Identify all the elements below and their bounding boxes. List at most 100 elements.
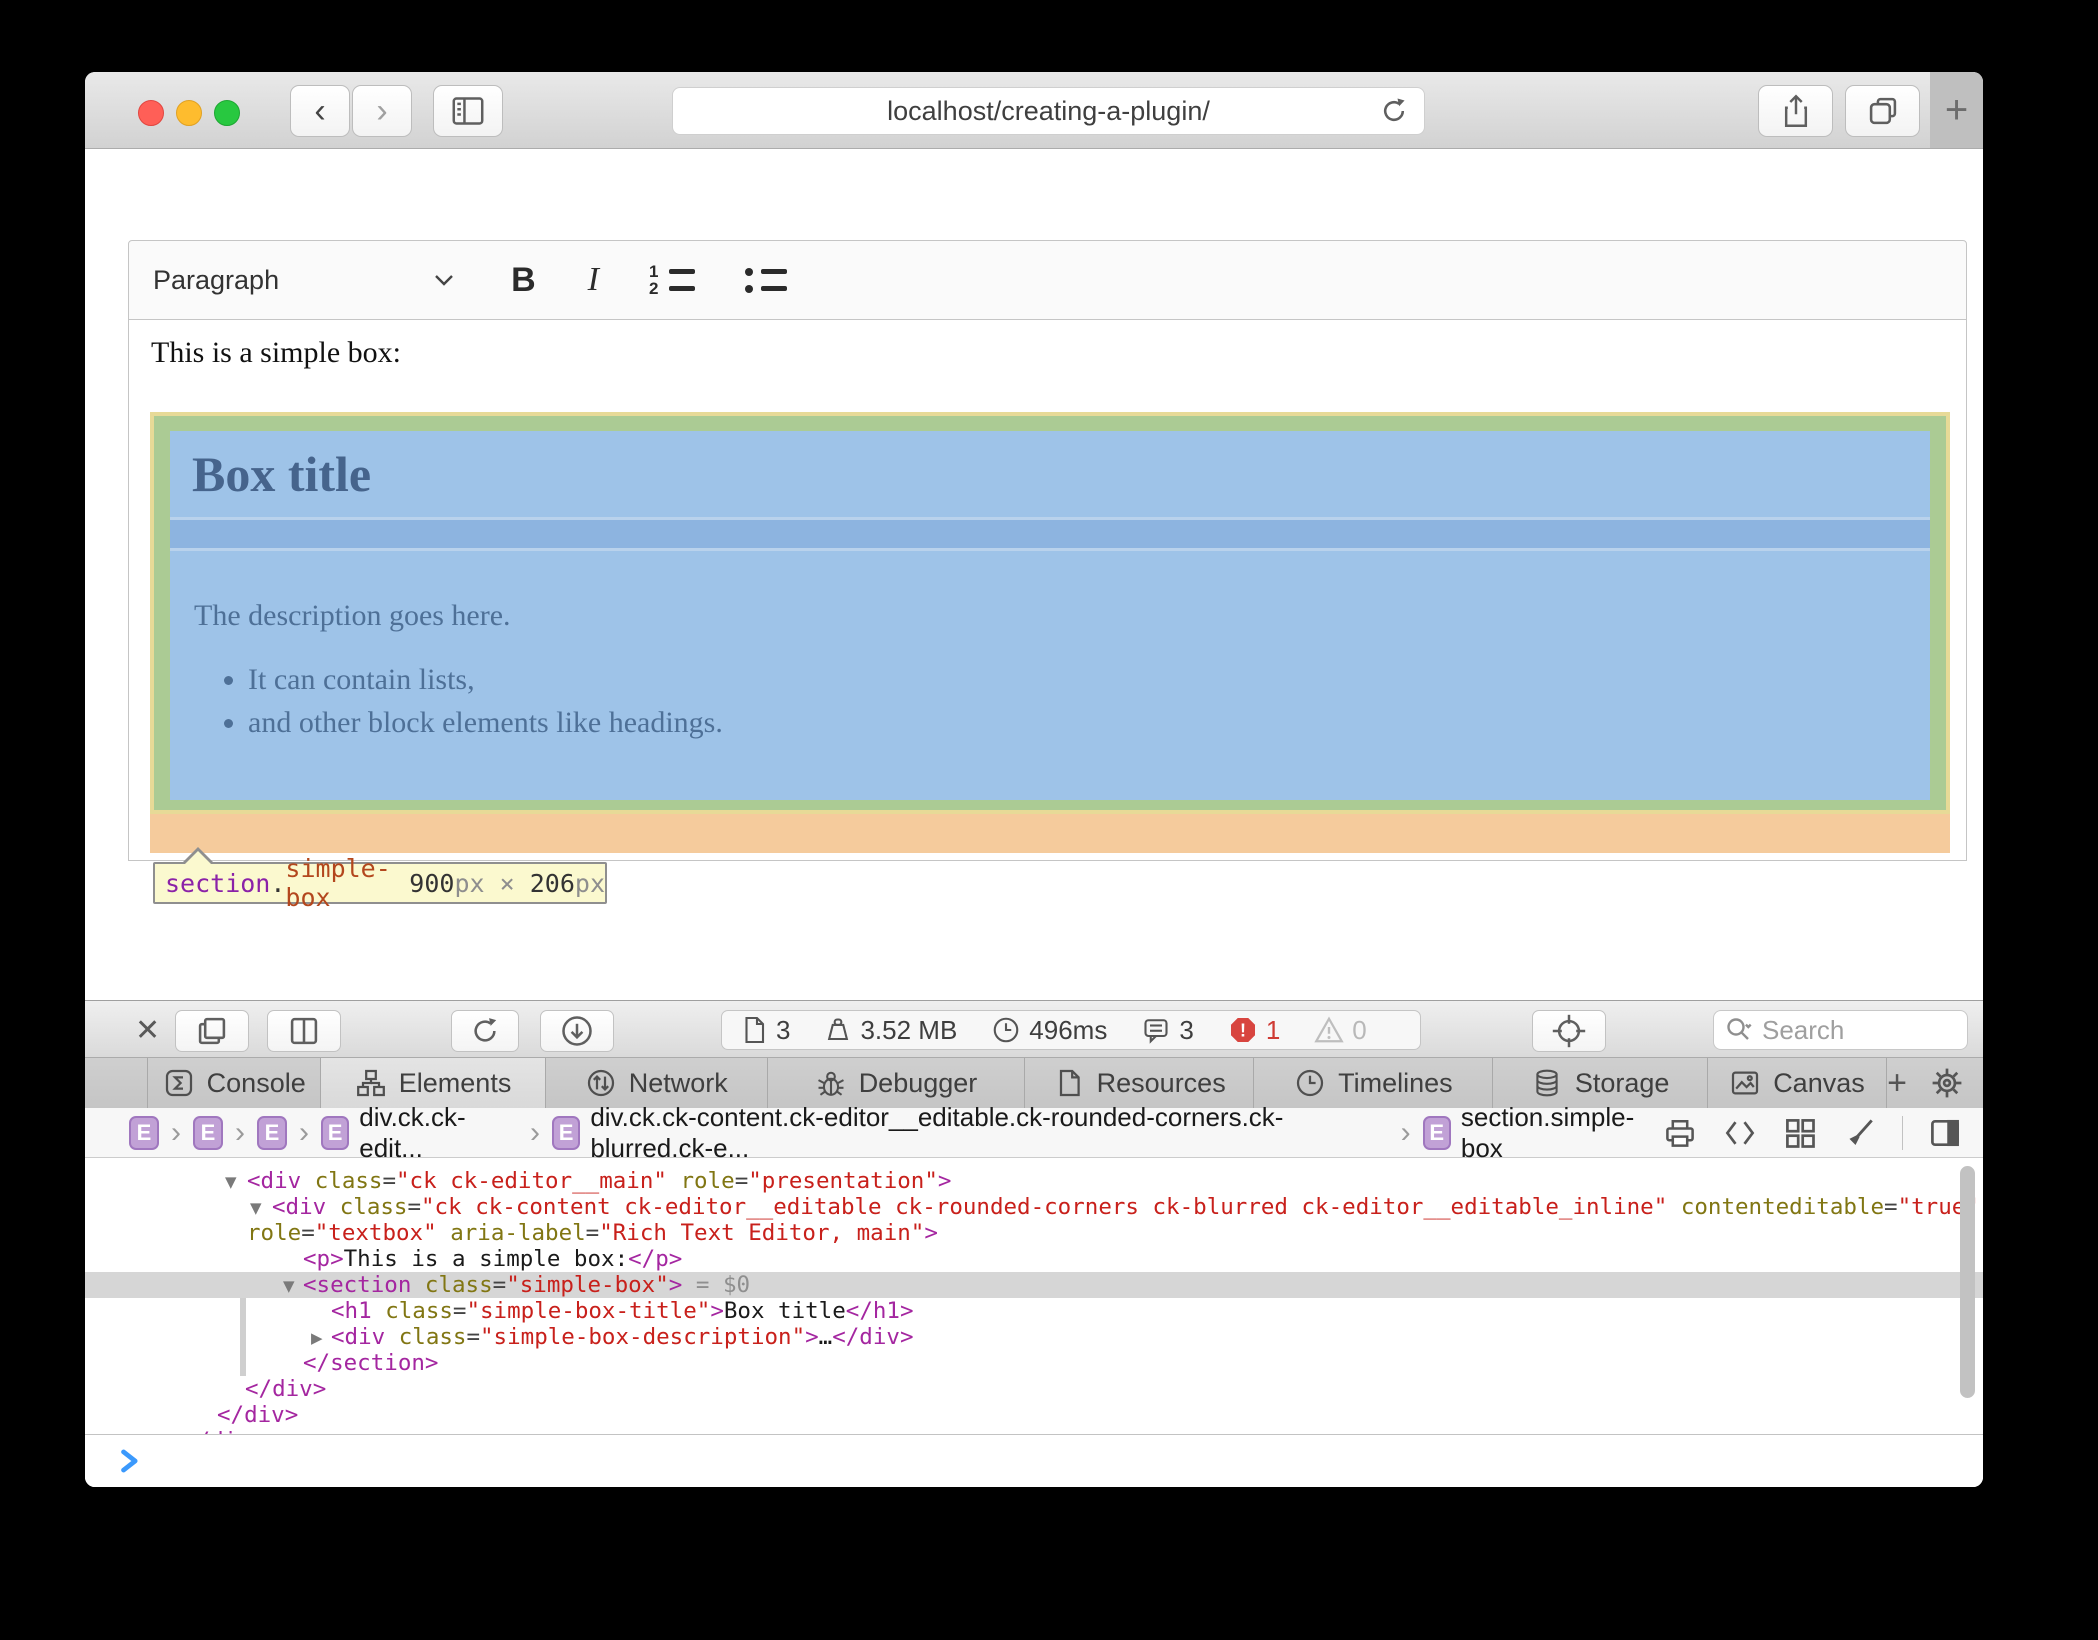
dom-tree-panel[interactable]: ▼<div class="ck ck-editor__main" role="p… bbox=[85, 1158, 1983, 1434]
italic-button[interactable]: I bbox=[588, 261, 599, 299]
tab-elements[interactable]: Elements bbox=[321, 1058, 545, 1108]
dom-node[interactable]: </div> bbox=[85, 1402, 1983, 1428]
dom-node[interactable]: role="textbox" aria-label="Rich Text Edi… bbox=[85, 1220, 1983, 1246]
code-brackets-icon[interactable] bbox=[1722, 1115, 1758, 1151]
reload-icon[interactable] bbox=[1378, 95, 1410, 127]
dom-node[interactable]: </section> bbox=[85, 1350, 1983, 1376]
stat-error[interactable]: !1 bbox=[1228, 1015, 1280, 1046]
tab-debugger[interactable]: Debugger bbox=[768, 1058, 1025, 1108]
reload-page-button[interactable] bbox=[451, 1010, 519, 1052]
disclosure-open-icon[interactable]: ▼ bbox=[225, 1169, 237, 1195]
print-icon[interactable] bbox=[1662, 1115, 1698, 1151]
element-badge: E bbox=[193, 1116, 223, 1150]
download-button[interactable] bbox=[540, 1010, 614, 1052]
tab-timelines[interactable]: Timelines bbox=[1254, 1058, 1493, 1108]
paragraph-dropdown[interactable]: Paragraph bbox=[153, 265, 279, 296]
disclosure-closed-icon[interactable]: ▶ bbox=[311, 1325, 323, 1351]
disclosure-open-icon[interactable]: ▼ bbox=[250, 1195, 262, 1221]
tabs-icon bbox=[1866, 94, 1900, 128]
chevron-right-icon: › bbox=[171, 1116, 181, 1150]
dom-node[interactable]: <p>This is a simple box:</p> bbox=[85, 1246, 1983, 1272]
box-gap bbox=[170, 517, 1930, 551]
breadcrumb-item[interactable]: Esection.simple-box bbox=[1423, 1102, 1662, 1164]
intro-paragraph[interactable]: This is a simple box: bbox=[151, 336, 401, 370]
timelines-icon bbox=[1294, 1067, 1326, 1099]
elements-icon bbox=[355, 1067, 387, 1099]
element-badge: E bbox=[257, 1116, 287, 1150]
inspected-simple-box-highlight[interactable]: Box title The description goes here. It … bbox=[150, 412, 1950, 814]
breadcrumb-item[interactable]: Ediv.ck.ck-content.ck-editor__editable.c… bbox=[552, 1102, 1389, 1164]
url-bar[interactable]: localhost/creating-a-plugin/ bbox=[672, 87, 1425, 135]
stat-weight[interactable]: 3.52 MB bbox=[824, 1015, 957, 1046]
close-inspector-icon[interactable]: ✕ bbox=[135, 1013, 160, 1048]
numbered-list-button[interactable]: 1 2 bbox=[649, 267, 695, 294]
details-sidebar-toggle-icon[interactable] bbox=[1927, 1115, 1963, 1151]
tab-network[interactable]: Network bbox=[546, 1058, 768, 1108]
new-tab-button[interactable]: + bbox=[1930, 72, 1983, 148]
scrollbar[interactable] bbox=[1960, 1166, 1975, 1398]
box-description[interactable]: The description goes here. bbox=[194, 599, 511, 633]
ckeditor: Paragraph B I 1 2 This is a simple box: bbox=[128, 240, 1967, 861]
chevron-right-icon: › bbox=[299, 1116, 309, 1150]
tab-canvas[interactable]: Canvas bbox=[1708, 1058, 1887, 1108]
box-description-block: The description goes here. It can contai… bbox=[170, 551, 1930, 800]
tab-overview-button[interactable] bbox=[1845, 85, 1920, 137]
element-picker-button[interactable] bbox=[1532, 1010, 1606, 1052]
tabbar-extras: + bbox=[1887, 1058, 1983, 1108]
safari-window: ‹ › localhost/creating-a-plugin/ + bbox=[85, 72, 1983, 1487]
gear-icon[interactable] bbox=[1929, 1065, 1965, 1101]
inspector-toolbar: ✕ 3 3.52 MB 496ms 3 !1 0 Search bbox=[85, 1000, 1983, 1058]
element-size-tooltip: section.simple-box 900px × 206px bbox=[153, 862, 607, 904]
dom-node[interactable]: ▼<div class="ck ck-content ck-editor__ed… bbox=[85, 1194, 1983, 1220]
paintbrush-icon[interactable] bbox=[1842, 1115, 1878, 1151]
console-prompt[interactable] bbox=[85, 1434, 1983, 1487]
separator bbox=[1902, 1116, 1903, 1150]
traffic-light-zoom[interactable] bbox=[214, 100, 240, 126]
stat-warning[interactable]: 0 bbox=[1314, 1015, 1366, 1046]
clock-icon bbox=[991, 1015, 1021, 1045]
bulleted-list-button[interactable] bbox=[745, 267, 787, 294]
grid-icon[interactable] bbox=[1782, 1115, 1818, 1151]
traffic-light-minimize[interactable] bbox=[176, 100, 202, 126]
box-title[interactable]: Box title bbox=[192, 445, 371, 503]
sidebar-button[interactable] bbox=[433, 85, 503, 137]
chevron-down-icon[interactable] bbox=[433, 273, 455, 287]
list-item[interactable]: and other block elements like headings. bbox=[248, 706, 723, 740]
bold-button[interactable]: B bbox=[511, 261, 536, 300]
margin-highlight bbox=[150, 814, 1950, 853]
tab-resources[interactable]: Resources bbox=[1025, 1058, 1254, 1108]
forward-button[interactable]: › bbox=[352, 85, 412, 137]
storage-icon bbox=[1531, 1067, 1563, 1099]
share-button[interactable] bbox=[1758, 85, 1833, 137]
stat-document[interactable]: 3 bbox=[740, 1015, 790, 1046]
dom-node[interactable]: ▼<div class="ck ck-editor__main" role="p… bbox=[85, 1168, 1983, 1194]
add-tab-icon[interactable]: + bbox=[1887, 1064, 1907, 1103]
screenshot-root: { "browser": { "url": "localhost/creatin… bbox=[0, 0, 2098, 1640]
dom-node[interactable]: ▶<div class="simple-box-description">…</… bbox=[85, 1324, 1983, 1350]
tab-storage[interactable]: Storage bbox=[1493, 1058, 1707, 1108]
tab-console[interactable]: Console bbox=[147, 1058, 321, 1108]
dom-node[interactable]: <h1 class="simple-box-title">Box title</… bbox=[85, 1298, 1983, 1324]
web-page: Paragraph B I 1 2 This is a simple box: bbox=[85, 149, 1983, 1000]
dom-node[interactable]: </div> bbox=[85, 1376, 1983, 1402]
breadcrumb-item[interactable]: E bbox=[193, 1116, 223, 1150]
list-item[interactable]: It can contain lists, bbox=[248, 663, 723, 697]
stat-bubble[interactable]: 3 bbox=[1141, 1015, 1193, 1046]
editor-toolbar: Paragraph B I 1 2 bbox=[128, 240, 1967, 320]
breadcrumb-item[interactable]: Ediv.ck.ck-edit... bbox=[321, 1102, 518, 1164]
editor-content[interactable]: This is a simple box: Box title The desc… bbox=[128, 320, 1967, 861]
traffic-light-close[interactable] bbox=[138, 100, 164, 126]
disclosure-open-icon[interactable]: ▼ bbox=[283, 1273, 295, 1299]
bubble-icon bbox=[1141, 1015, 1171, 1045]
breadcrumb-item[interactable]: E bbox=[257, 1116, 287, 1150]
share-icon bbox=[1779, 93, 1813, 129]
dom-node-selected[interactable]: ▼<section class="simple-box"> = $0 bbox=[85, 1272, 1983, 1298]
debugger-icon bbox=[815, 1067, 847, 1099]
split-view-button[interactable] bbox=[267, 1010, 341, 1052]
breadcrumb-item[interactable]: E bbox=[129, 1116, 159, 1150]
weight-icon bbox=[824, 1015, 852, 1045]
back-button[interactable]: ‹ bbox=[290, 85, 350, 137]
search-input[interactable]: Search bbox=[1713, 1010, 1968, 1050]
dock-side-button[interactable] bbox=[175, 1010, 249, 1052]
stat-clock[interactable]: 496ms bbox=[991, 1015, 1107, 1046]
